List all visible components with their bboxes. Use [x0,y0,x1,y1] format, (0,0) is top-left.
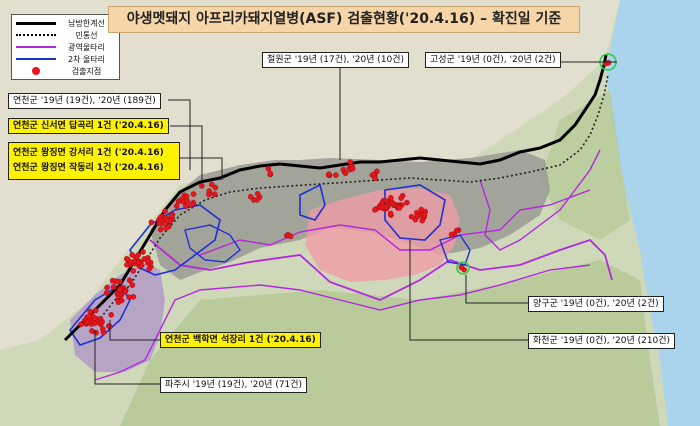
map-title: 야생멧돼지 아프리카돼지열병(ASF) 검출현황('20.4.16) – 확진일… [108,6,580,33]
detection-point [173,203,180,209]
callout-yeoncheon-wangjing-gangseo: 연천군 왕징면 강서리 1건 ('20.4.16) [13,148,164,158]
detection-point [184,198,190,204]
detection-point [342,170,349,176]
detection-point [91,320,98,327]
south-limit-line-icon [15,17,57,29]
legend-label: 2차 울타리 [67,54,106,64]
detection-point [183,203,189,209]
detection-point [387,210,394,217]
detection-point [396,204,403,211]
detection-point [163,225,169,231]
detection-point [93,329,99,336]
detection-point [333,172,339,178]
callout-yanggu: 양구군 '19년 (0건), '20년 (2건) [528,296,664,312]
detection-point [127,277,133,284]
detection-point [265,165,272,172]
detection-point [144,258,151,264]
legend-item-wide-fence: 광역울타리 [15,41,116,53]
detection-point [148,219,155,226]
detection-point [378,204,385,211]
detection-point [110,284,117,290]
detection-point [188,202,194,208]
detection-point [398,195,404,201]
detection-point [157,226,164,233]
detection-point [183,193,190,200]
legend-item-detection: 검출지점 [15,65,116,77]
detection-point [287,233,294,240]
callout-goseong: 고성군 '19년 (0건), '20년 (2건) [425,52,561,68]
red-dot-icon [15,65,57,77]
legend-item-south-limit: 남방한계선 [15,17,116,29]
detection-point [254,196,261,203]
detection-point [326,171,332,177]
detection-point [86,313,92,320]
detection-point [421,212,428,218]
detection-point [247,193,254,200]
legend-item-second-fence: 2차 울타리 [15,53,116,65]
detection-point [87,308,93,315]
callout-yeoncheon-wangjing-group: 연천군 왕징면 강서리 1건 ('20.4.16) 연천군 왕징면 작동리 1건… [8,142,180,180]
detection-point [267,170,274,177]
detection-point [136,259,142,266]
detection-point [404,199,410,206]
detection-point [117,287,123,293]
detection-point [92,315,98,321]
detection-point [129,252,136,258]
detection-point [103,290,110,296]
detection-point [418,206,425,213]
callout-yeoncheon-baekhak: 연천군 백학면 석장리 1건 ('20.4.16) [160,332,321,348]
detection-point [372,207,378,213]
callout-cheorwon: 철원군 '19년 (17건), '20년 (10건) [262,52,410,68]
detection-point [453,227,460,234]
detection-point [388,194,394,201]
blue-line-icon [15,53,57,65]
map-legend: 남방한계선 민통선 광역울타리 2차 울타리 검출지점 [11,14,120,80]
detection-point [92,307,99,314]
callout-paju: 파주시 '19년 (19건), '20년 (71건) [160,377,308,393]
detection-point [130,268,136,274]
detection-point [206,191,212,198]
callout-yeoncheon-sinseo: 연천군 신서면 답곡리 1건 ('20.4.16) [8,118,169,134]
detection-point [123,256,130,262]
detection-point [162,208,168,214]
detection-point [349,165,356,172]
detection-point [97,315,104,322]
detection-point [254,190,261,197]
detection-point [156,220,162,227]
detection-point [126,294,132,301]
detection-point [408,213,415,220]
detection-point [168,213,175,219]
detection-point [414,213,421,220]
detection-point [140,249,146,255]
detection-point [109,277,116,284]
detection-point [198,183,205,189]
callout-hwacheon: 화천군 '19년 (0건), '20년 (210건) [528,333,676,349]
purple-line-icon [15,41,57,53]
detection-point [190,191,197,197]
asf-map-figure: 남방한계선 민통선 광역울타리 2차 울타리 검출지점 야생멧돼지 아프리카돼지… [0,0,700,426]
detection-point [208,181,215,188]
detection-point [370,171,377,178]
dotted-line-icon [15,29,57,41]
legend-item-civilian-control: 민통선 [15,29,116,41]
detection-point [100,326,106,332]
detection-point [78,321,84,328]
detection-point [104,284,110,291]
detection-point [146,266,152,272]
detection-point [605,60,612,66]
detection-point [118,297,125,304]
detection-point [84,319,91,325]
detection-point [129,282,136,288]
legend-label: 광역울타리 [68,42,105,52]
detection-point [164,218,170,224]
detection-point [108,311,114,318]
legend-label: 검출지점 [71,66,102,76]
detection-point [211,191,218,197]
detection-point [448,231,455,238]
detection-point [458,264,465,271]
callout-yeoncheon: 연천군 '19년 (19건), '20년 (189건) [8,93,161,109]
callout-yeoncheon-wangjing-jakdong: 연천군 왕징면 작동리 1건 ('20.4.16) [13,163,164,173]
